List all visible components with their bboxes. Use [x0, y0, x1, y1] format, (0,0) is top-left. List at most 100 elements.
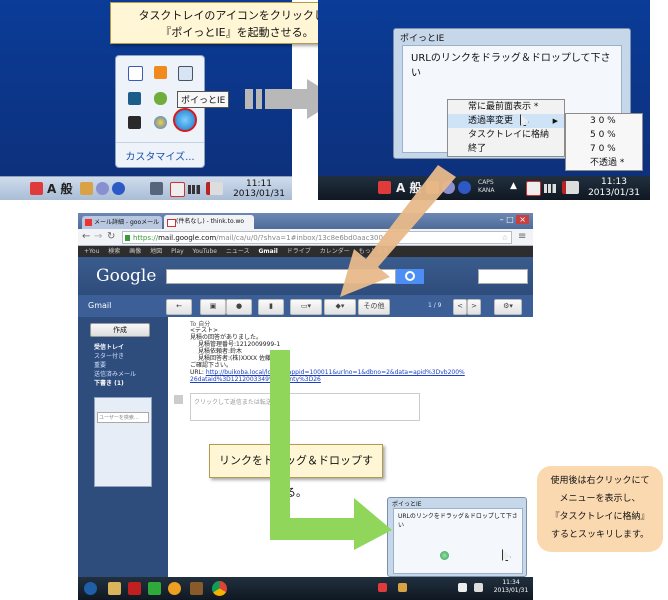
- note-line-3: 『タスクトレイに格納』: [550, 512, 650, 522]
- move-to-button[interactable]: ▭▾: [290, 299, 322, 315]
- tool-icon[interactable]: [178, 66, 193, 81]
- gbar-gmail[interactable]: Gmail: [259, 248, 278, 255]
- volume-icon[interactable]: [206, 182, 223, 195]
- clock[interactable]: 11:34 2013/01/31: [490, 579, 532, 595]
- explorer-icon[interactable]: [108, 582, 121, 595]
- diagonal-arrow-icon: [340, 165, 456, 297]
- menu-store-in-tray[interactable]: タスクトレイに格納: [448, 128, 564, 142]
- folder-starred[interactable]: スター付き: [94, 352, 164, 361]
- monitor-icon[interactable]: [128, 92, 141, 105]
- usage-note: 使用後は右クリックにて メニューを表示し、 『タスクトレイに格納』 するとスッキ…: [537, 466, 663, 552]
- app-orange-icon[interactable]: [168, 582, 181, 595]
- start-icon[interactable]: [84, 582, 97, 595]
- mini-drop-area[interactable]: URLのリンクをドラッグ＆ドロップして下さい: [393, 508, 523, 574]
- opacity-30[interactable]: 3 0 %: [566, 114, 642, 128]
- tab-gmail[interactable]: (件名なし) - think.to.wo: [164, 215, 254, 229]
- tray-icon-b[interactable]: [398, 583, 407, 592]
- folder-sent[interactable]: 送信済みメール: [94, 370, 164, 379]
- taskbar-1: A 般 11:11 2013/01/31: [0, 176, 292, 200]
- report-spam-button[interactable]: ●: [226, 299, 252, 315]
- folder-drafts[interactable]: 下書き (1): [94, 379, 164, 388]
- app-green-icon[interactable]: [148, 582, 161, 595]
- url-host: mail.google.com: [158, 234, 217, 242]
- volume-icon[interactable]: [474, 583, 483, 592]
- chrome-icon[interactable]: [212, 581, 227, 596]
- folder-list: 受信トレイ スター付き 重要 送信済みメール 下書き (1): [94, 343, 164, 388]
- menu-exit[interactable]: 終了: [448, 142, 564, 156]
- submenu-arrow-icon: ▶: [552, 117, 558, 125]
- clock[interactable]: 11:11 2013/01/31: [230, 179, 288, 199]
- flag-icon[interactable]: [458, 583, 467, 592]
- reload-icon[interactable]: ↻: [107, 231, 115, 242]
- tray-icon-a[interactable]: [378, 583, 387, 592]
- flag-icon[interactable]: [526, 181, 541, 196]
- google-logo[interactable]: Google: [96, 266, 156, 286]
- contacts-box: ユーザーを検索...: [94, 397, 152, 487]
- note-line-4: するとスッキリします。: [550, 530, 650, 540]
- delete-button[interactable]: ▮: [258, 299, 284, 315]
- gbar-drive[interactable]: ドライブ: [287, 248, 311, 255]
- ime-indicator[interactable]: A 般: [47, 180, 72, 197]
- flag-icon[interactable]: [170, 182, 185, 197]
- compose-button[interactable]: 作成: [90, 323, 150, 337]
- opacity-70[interactable]: 7 0 %: [566, 142, 642, 156]
- back-to-inbox-button[interactable]: ←: [166, 299, 192, 315]
- url-scheme: https://: [133, 234, 159, 242]
- note-line-2: メニューを表示し、: [559, 494, 641, 504]
- customize-link[interactable]: カスタマイズ...: [116, 142, 204, 163]
- gmail-label[interactable]: Gmail: [88, 301, 111, 310]
- taskbar-3: 11:34 2013/01/31: [78, 577, 533, 600]
- gbar-you[interactable]: +You: [84, 248, 99, 255]
- gbar-maps[interactable]: 地図: [150, 248, 162, 255]
- clock[interactable]: 11:13 2013/01/31: [584, 177, 644, 199]
- lock-icon: [125, 235, 130, 241]
- menu-transparency[interactable]: 透過率変更 ▶: [448, 114, 564, 128]
- opacity-opaque[interactable]: 不透過 *: [566, 156, 642, 170]
- tab-gmail-label: (件名なし) - think.to.wo: [176, 218, 245, 225]
- app-orange-icon[interactable]: [154, 66, 167, 79]
- gbar-search[interactable]: 検索: [108, 248, 120, 255]
- tray-icon-b[interactable]: [96, 182, 109, 195]
- tray-overflow-popup: カスタマイズ...: [115, 55, 205, 168]
- media-icon[interactable]: [128, 582, 141, 595]
- back-icon[interactable]: ←: [82, 231, 90, 242]
- tab-goo-mail[interactable]: メール詳細 - gooメール: [82, 216, 162, 229]
- app-brown-icon[interactable]: [190, 582, 203, 595]
- gbar-youtube[interactable]: YouTube: [193, 248, 217, 255]
- context-menu: 常に最前面表示 * 透過率変更 ▶ タスクトレイに格納 終了: [447, 99, 565, 157]
- shield-icon[interactable]: [128, 66, 143, 81]
- signal-icon[interactable]: [544, 184, 556, 193]
- contact-search-input[interactable]: ユーザーを検索...: [97, 412, 149, 423]
- reply-avatar-icon: [174, 395, 183, 404]
- show-hidden-icons[interactable]: ▲: [510, 181, 517, 191]
- clock-date: 2013/01/31: [233, 189, 285, 199]
- tray-icon-a[interactable]: [80, 182, 93, 195]
- signal-icon[interactable]: [188, 185, 200, 194]
- gbar-images[interactable]: 画像: [129, 248, 141, 255]
- window-title: ポイっとIE: [400, 34, 445, 44]
- colorful-icon[interactable]: [154, 116, 167, 129]
- gbar-news[interactable]: ニュース: [226, 248, 250, 255]
- show-hidden-icons[interactable]: [150, 182, 163, 195]
- mini-poitto-window[interactable]: ポイっとIE URLのリンクをドラッグ＆ドロップして下さい: [387, 497, 527, 577]
- folder-important[interactable]: 重要: [94, 361, 164, 370]
- device-icon[interactable]: [128, 116, 141, 129]
- menu-always-on-top[interactable]: 常に最前面表示 *: [448, 100, 564, 114]
- folder-inbox[interactable]: 受信トレイ: [94, 343, 164, 352]
- clock-date: 2013/01/31: [588, 188, 640, 198]
- network-icon[interactable]: [154, 92, 167, 105]
- note-line-1: 使用後は右クリックにて: [550, 476, 650, 486]
- volume-icon[interactable]: [562, 181, 579, 194]
- help-icon[interactable]: [112, 182, 125, 195]
- body-line-1: <テスト>: [190, 327, 219, 334]
- poitto-ie-icon[interactable]: [173, 108, 197, 132]
- gbar-play[interactable]: Play: [171, 248, 184, 255]
- red-app-icon[interactable]: [30, 182, 43, 195]
- opacity-50[interactable]: 5 0 %: [566, 128, 642, 142]
- forward-icon[interactable]: →: [94, 231, 102, 242]
- clock-date: 2013/01/31: [493, 587, 529, 594]
- close-icon[interactable]: ×: [516, 215, 529, 224]
- archive-button[interactable]: ▣: [200, 299, 226, 315]
- menu-icon[interactable]: ≡: [518, 231, 526, 242]
- ie-link-icon: [440, 551, 449, 560]
